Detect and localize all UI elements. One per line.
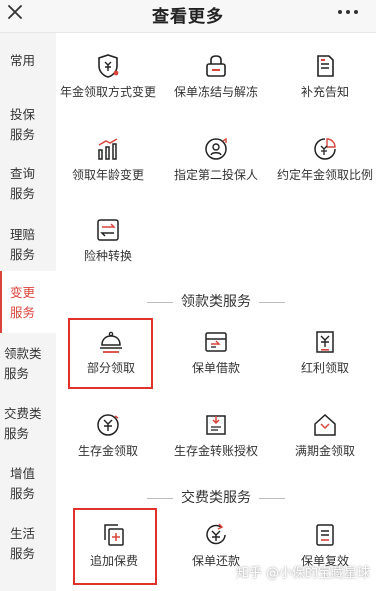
service-grid: 年金领取方式变更 保单冻结与解冻 补充告知 领取年龄变更 指定第二投保人 约定年… — [56, 33, 376, 591]
bell-tray-icon — [100, 331, 122, 353]
watermark-text: 知乎 @小保的宝藏星球 — [235, 566, 370, 581]
sidebar-item-label: 变更服务 — [10, 285, 36, 320]
service-annuity-method-change[interactable]: 年金领取方式变更 — [58, 53, 158, 100]
sidebar-item-value-added[interactable]: 增值服务 — [0, 464, 40, 504]
sidebar-item-label: 增值服务 — [10, 466, 36, 501]
lock-icon — [206, 55, 226, 77]
service-additional-premium[interactable]: 追加保费 — [64, 522, 164, 569]
service-label: 补充告知 — [300, 85, 349, 99]
sidebar-item-label: 领款类服务 — [4, 346, 42, 381]
sidebar-item-common[interactable]: 常用 — [0, 51, 56, 75]
sidebar-item-label: 交费类服务 — [4, 406, 42, 441]
service-dividend-withdrawal[interactable]: 红利领取 — [275, 329, 375, 376]
yuan-refresh-icon — [206, 523, 226, 545]
service-label: 指定第二投保人 — [173, 168, 258, 182]
document-icon — [317, 55, 334, 77]
sidebar-item-label: 常用 — [10, 53, 36, 68]
sidebar-item-claims[interactable]: 理赔服务 — [0, 225, 40, 265]
sidebar-item-query[interactable]: 查询服务 — [0, 164, 40, 204]
service-label: 生存金转账授权 — [173, 444, 258, 458]
service-label: 约定年金领取比例 — [276, 168, 373, 182]
yuan-shield-icon — [98, 54, 119, 78]
service-label: 部分领取 — [86, 361, 135, 375]
service-annuity-ratio[interactable]: 约定年金领取比例 — [275, 136, 375, 183]
user-swap-icon — [205, 137, 227, 160]
sidebar-item-label: 生活服务 — [10, 526, 36, 561]
service-label: 领取年龄变更 — [71, 168, 144, 182]
service-label: 红利领取 — [300, 361, 349, 375]
service-supplementary-notice[interactable]: 补充告知 — [275, 53, 375, 100]
service-label: 生存金领取 — [77, 444, 138, 458]
section-title-payment: 交费类服务 — [56, 487, 376, 507]
service-partial-withdrawal[interactable]: 部分领取 — [61, 329, 161, 376]
top-bar: 查看更多 — [0, 0, 376, 33]
service-freeze-unfreeze[interactable]: 保单冻结与解冻 — [166, 53, 266, 100]
bar-chart-icon — [98, 138, 118, 160]
sidebar-item-label: 理赔服务 — [10, 227, 36, 262]
page-title: 查看更多 — [152, 7, 224, 27]
convert-icon — [97, 219, 119, 241]
yuan-receipt-icon — [316, 331, 334, 353]
sidebar-item-payment[interactable]: 交费类服务 — [0, 404, 44, 444]
service-label: 满期金领取 — [294, 444, 355, 458]
transfer-doc-icon — [206, 415, 226, 435]
add-copy-icon — [104, 524, 124, 546]
more-options-icon[interactable] — [334, 0, 362, 26]
yuan-coin-icon — [97, 414, 119, 436]
service-label: 追加保费 — [89, 554, 138, 568]
service-label: 保单借款 — [191, 361, 240, 375]
service-survival-benefit[interactable]: 生存金领取 — [58, 412, 158, 459]
yuan-ratio-icon — [314, 138, 336, 160]
service-payout-age-change[interactable]: 领取年龄变更 — [58, 136, 158, 183]
service-second-policyholder[interactable]: 指定第二投保人 — [166, 136, 266, 183]
section-title-payout: 领款类服务 — [56, 291, 376, 311]
service-label: 险种转换 — [83, 249, 132, 263]
service-survival-transfer-auth[interactable]: 生存金转账授权 — [166, 412, 266, 459]
yuan-house-icon — [314, 413, 336, 436]
category-sidebar: 常用 投保服务 查询服务 理赔服务 变更服务 领款类服务 交费类服务 增值服务 … — [0, 33, 56, 591]
service-label: 保单冻结与解冻 — [173, 85, 258, 99]
sidebar-item-change[interactable]: 变更服务 — [0, 271, 56, 333]
sidebar-item-payout[interactable]: 领款类服务 — [0, 344, 44, 384]
service-maturity-benefit[interactable]: 满期金领取 — [275, 412, 375, 459]
sidebar-item-life[interactable]: 生活服务 — [0, 524, 40, 564]
sidebar-item-label: 投保服务 — [10, 107, 36, 142]
service-policy-conversion[interactable]: 险种转换 — [58, 217, 158, 264]
sidebar-item-label: 查询服务 — [10, 166, 36, 201]
service-label: 年金领取方式变更 — [59, 85, 156, 99]
policy-restore-icon — [316, 524, 334, 546]
service-policy-loan[interactable]: 保单借款 — [166, 329, 266, 376]
sidebar-item-insure[interactable]: 投保服务 — [0, 105, 40, 145]
loan-card-icon — [205, 332, 227, 352]
